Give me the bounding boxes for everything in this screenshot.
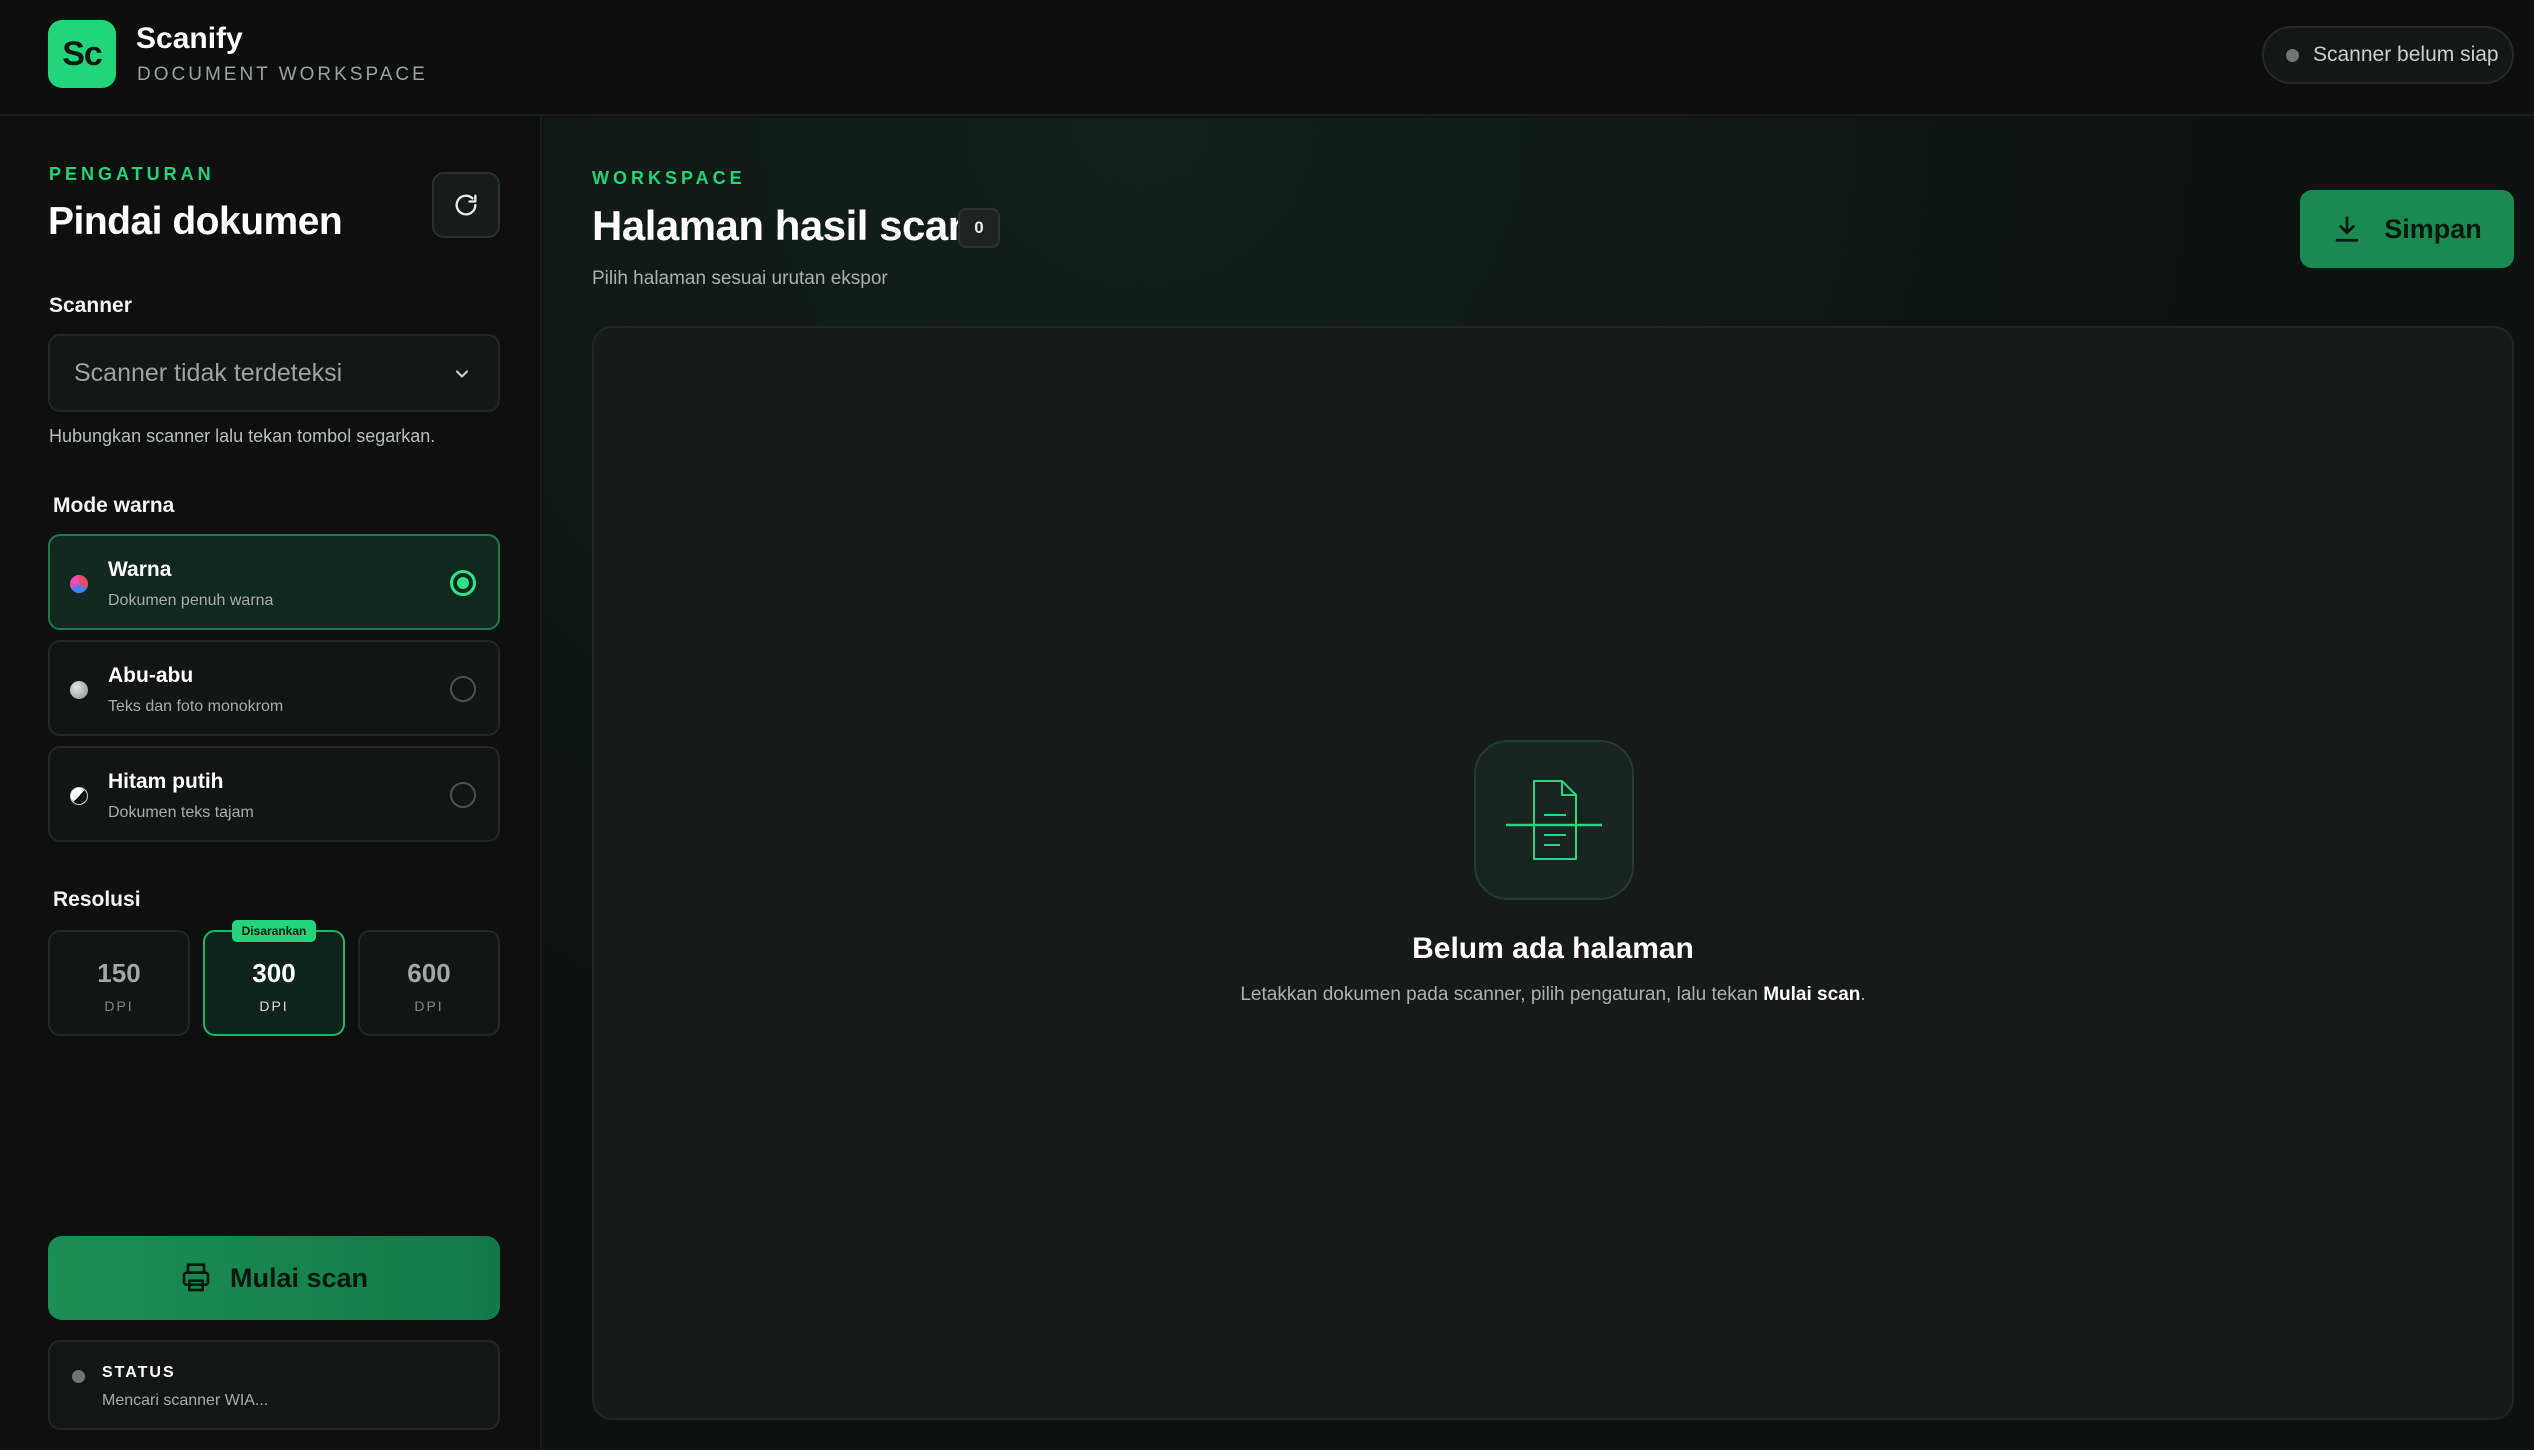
- document-scan-icon: [1506, 780, 1602, 860]
- scanner-status-text: Scanner belum siap: [2313, 43, 2499, 66]
- save-button[interactable]: Simpan: [2300, 190, 2514, 268]
- black-white-mode-icon: [70, 787, 88, 805]
- mode-title: Abu-abu: [108, 664, 194, 687]
- status-message: Mencari scanner WIA...: [102, 1392, 269, 1409]
- resolution-unit: DPI: [259, 998, 289, 1014]
- start-scan-button[interactable]: Mulai scan: [48, 1236, 500, 1320]
- save-label: Simpan: [2384, 213, 2482, 244]
- sidebar-eyebrow: PENGATURAN: [49, 164, 215, 184]
- status-dot-icon: [2286, 48, 2299, 62]
- empty-state-icon-box: [1474, 740, 1634, 900]
- mode-option-hitam-putih[interactable]: Hitam putih Dokumen teks tajam: [48, 746, 500, 842]
- refresh-icon: [455, 194, 477, 216]
- resolution-value: 600: [407, 958, 451, 988]
- resolution-value: 300: [252, 958, 296, 988]
- resolution-unit: DPI: [414, 998, 444, 1014]
- resolution-option-150[interactable]: 150 DPI: [48, 930, 190, 1036]
- mode-radio[interactable]: [450, 782, 476, 808]
- scanner-select[interactable]: Scanner tidak terdeteksi: [48, 334, 500, 412]
- app-logo: Sc: [48, 20, 116, 88]
- workspace-panel: WORKSPACE Halaman hasil scan 0 Pilih hal…: [544, 118, 2534, 1450]
- scanner-select-value: Scanner tidak terdeteksi: [74, 358, 343, 387]
- mode-subtitle: Dokumen penuh warna: [108, 592, 274, 609]
- scanner-status-pill: Scanner belum siap: [2262, 26, 2514, 84]
- download-icon: [2335, 216, 2359, 242]
- status-title: STATUS: [102, 1364, 176, 1381]
- printer-icon: [182, 1263, 210, 1292]
- workspace-eyebrow: WORKSPACE: [592, 168, 746, 188]
- status-panel: STATUS Mencari scanner WIA...: [48, 1340, 500, 1430]
- pages-canvas: Belum ada halaman Letakkan dokumen pada …: [592, 326, 2514, 1420]
- empty-state-title: Belum ada halaman: [1412, 932, 1694, 965]
- mode-option-abu-abu[interactable]: Abu-abu Teks dan foto monokrom: [48, 640, 500, 736]
- resolution-label: Resolusi: [53, 888, 141, 911]
- workspace-title: Halaman hasil scan: [592, 202, 973, 249]
- mode-title: Hitam putih: [108, 770, 224, 793]
- mode-label: Mode warna: [53, 494, 175, 517]
- grayscale-mode-icon: [70, 681, 88, 699]
- empty-text-after: .: [1860, 984, 1866, 1005]
- color-mode-icon: [70, 575, 88, 593]
- app-header: Sc Scanify DOCUMENT WORKSPACE Scanner be…: [0, 0, 2534, 116]
- mode-subtitle: Dokumen teks tajam: [108, 804, 254, 821]
- sidebar-title: Pindai dokumen: [48, 200, 343, 243]
- empty-text-bold: Mulai scan: [1763, 984, 1861, 1005]
- empty-state-text: Letakkan dokumen pada scanner, pilih pen…: [594, 984, 2512, 1006]
- mode-radio[interactable]: [450, 676, 476, 702]
- start-scan-label: Mulai scan: [229, 1262, 369, 1293]
- status-dot-icon: [72, 1370, 85, 1383]
- settings-sidebar: PENGATURAN Pindai dokumen Scanner Scanne…: [0, 116, 542, 1450]
- recommended-badge: Disarankan: [232, 920, 316, 942]
- mode-subtitle: Teks dan foto monokrom: [108, 698, 284, 715]
- mode-option-warna[interactable]: Warna Dokumen penuh warna: [48, 534, 500, 630]
- workspace-subtitle: Pilih halaman sesuai urutan ekspor: [592, 268, 888, 289]
- resolution-option-600[interactable]: 600 DPI: [358, 930, 500, 1036]
- mode-radio[interactable]: [450, 570, 476, 596]
- page-count-badge: 0: [958, 208, 1000, 248]
- app-subtitle: DOCUMENT WORKSPACE: [137, 64, 428, 85]
- resolution-value: 150: [97, 958, 141, 988]
- chevron-down-icon: [455, 370, 469, 378]
- refresh-button[interactable]: [432, 172, 500, 238]
- resolution-option-300[interactable]: 300 DPI: [203, 930, 345, 1036]
- app-name: Scanify: [136, 22, 243, 55]
- mode-title: Warna: [108, 558, 172, 581]
- empty-text-before: Letakkan dokumen pada scanner, pilih pen…: [1240, 984, 1764, 1005]
- scanner-label: Scanner: [49, 294, 132, 317]
- resolution-unit: DPI: [104, 998, 134, 1014]
- scanner-hint: Hubungkan scanner lalu tekan tombol sega…: [49, 426, 436, 446]
